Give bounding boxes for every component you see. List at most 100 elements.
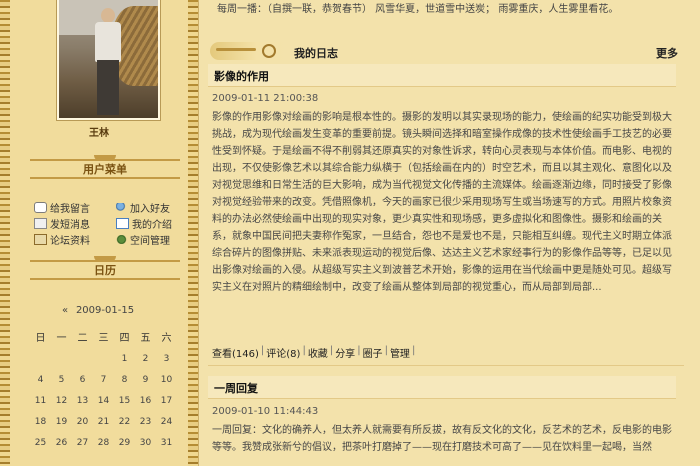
separator: |	[260, 345, 265, 356]
profile-icon	[116, 218, 129, 229]
menu-item-send-message[interactable]: 发短消息	[34, 216, 90, 231]
calendar-empty-cell	[72, 349, 93, 370]
divider	[30, 278, 180, 280]
user-name: 王林	[89, 128, 109, 139]
friend-icon	[116, 203, 127, 212]
user-avatar[interactable]	[57, 0, 160, 120]
calendar-day[interactable]: 10	[156, 370, 177, 391]
calendar-weekday: 五	[140, 333, 151, 344]
menu-item-leave-message[interactable]: 给我留言	[34, 200, 90, 215]
calendar-empty-cell	[93, 349, 114, 370]
calendar-day[interactable]: 14	[93, 391, 114, 412]
separator: |	[302, 345, 306, 356]
calendar-day[interactable]: 27	[72, 433, 93, 454]
post-header: 一周回复	[208, 376, 676, 399]
calendar-current-date: 2009-01-15	[75, 305, 135, 316]
calendar-weekday: 六	[161, 333, 172, 344]
post-body: 影像的作用影像对绘画的影响是根本性的。摄影的发明以其实录现场的能力，使绘画的纪实…	[212, 112, 672, 293]
calendar-month-nav: « 2009-01-15	[30, 305, 180, 316]
calendar-day[interactable]: 15	[114, 391, 135, 412]
calendar-day[interactable]: 2	[135, 349, 156, 370]
calendar-day[interactable]: 30	[135, 433, 156, 454]
divider	[30, 177, 180, 179]
menu-item-label: 发短消息	[50, 220, 90, 231]
calendar-day[interactable]: 22	[114, 412, 135, 433]
blog-section-title: 我的日志	[294, 47, 338, 60]
calendar-day[interactable]: 21	[93, 412, 114, 433]
calendar-weekday: 日	[35, 333, 46, 344]
photo-person-head	[101, 8, 115, 23]
separator: |	[411, 345, 416, 356]
blog-section-header: 我的日志 更多	[208, 38, 684, 64]
calendar-day[interactable]: 24	[156, 412, 177, 433]
menu-item-label: 空间管理	[130, 236, 170, 247]
calendar-day[interactable]: 29	[114, 433, 135, 454]
menu-item-label: 我的介绍	[132, 220, 172, 231]
main-content: 我的日志 更多 影像的作用 2009-01-11 21:00:38 影像的作用影…	[208, 38, 684, 466]
separator: |	[384, 345, 388, 356]
post-actions: 查看(146) | 评论(8) | 收藏 | 分享 | 圈子 | 管理 |	[212, 345, 415, 360]
photo-person	[93, 8, 123, 118]
calendar-day[interactable]: 31	[156, 433, 177, 454]
calendar-section-header: 日历	[30, 256, 180, 282]
calendar-day[interactable]: 13	[72, 391, 93, 412]
menu-item-label: 给我留言	[50, 204, 90, 215]
calendar-day[interactable]: 9	[135, 370, 156, 391]
calendar-empty-cell	[30, 349, 51, 370]
send-message-icon	[34, 218, 47, 229]
menu-item-my-intro[interactable]: 我的介绍	[116, 216, 172, 231]
circle-link[interactable]: 圈子	[363, 345, 383, 360]
favorite-link[interactable]: 收藏	[308, 345, 328, 360]
photo-person-body	[95, 22, 121, 62]
calendar-grid: 日一二三四五六 1 2 3 4 5 6 7 8 9 10 11 12 13 14 15 16 17 18 19 20 21…	[30, 328, 180, 454]
calendar-day[interactable]: 23	[135, 412, 156, 433]
view-link[interactable]: 查看(146)	[212, 345, 259, 360]
calendar-day[interactable]: 18	[30, 412, 51, 433]
menu-item-forum-profile[interactable]: 论坛资料	[34, 232, 90, 247]
post-date: 2009-01-10 11:44:43	[212, 406, 319, 417]
calendar-section-title: 日历	[94, 264, 116, 277]
divider	[208, 365, 684, 366]
post-body: 一周回复：文化的确养人，但太养人就需要有所反拔，故有反文化的文化，反艺术的艺术，…	[212, 425, 672, 453]
calendar-day[interactable]: 16	[135, 391, 156, 412]
more-link[interactable]: 更多	[656, 45, 678, 61]
weekly-couplet: 每周一播：（自撰一联，恭贺春节） 风雪华夏，世道雪中送炭； 雨雾重庆，人生雾里看…	[217, 4, 619, 15]
calendar-day[interactable]: 25	[30, 433, 51, 454]
calendar-day[interactable]: 11	[30, 391, 51, 412]
space-manage-icon	[116, 235, 127, 244]
calendar-day[interactable]: 3	[156, 349, 177, 370]
post-title-link[interactable]: 一周回复	[214, 380, 258, 396]
calendar-day[interactable]: 4	[30, 370, 51, 391]
calendar-day[interactable]: 17	[156, 391, 177, 412]
menu-section-title: 用户菜单	[83, 163, 127, 176]
comment-link[interactable]: 评论(8)	[266, 345, 300, 360]
sidebar: 王林 用户菜单 给我留言 加入好友 发短消息 我的介绍 论坛资料 空间管理 日历…	[0, 0, 199, 466]
separator: |	[329, 345, 334, 356]
calendar-weekday: 一	[56, 333, 67, 344]
photo-person-legs	[97, 60, 119, 115]
menu-item-add-friend[interactable]: 加入好友	[116, 200, 170, 215]
message-icon	[34, 202, 47, 213]
calendar-day[interactable]: 20	[72, 412, 93, 433]
calendar-day[interactable]: 28	[93, 433, 114, 454]
calendar-day[interactable]: 19	[51, 412, 72, 433]
calendar-day[interactable]: 12	[51, 391, 72, 412]
calendar-day[interactable]: 5	[51, 370, 72, 391]
calendar-empty-cell	[51, 349, 72, 370]
manage-link[interactable]: 管理	[390, 345, 410, 360]
calendar-day[interactable]: 26	[51, 433, 72, 454]
menu-item-space-manage[interactable]: 空间管理	[116, 232, 170, 247]
menu-section-header: 用户菜单	[30, 155, 180, 181]
forum-icon	[34, 234, 47, 245]
post-date: 2009-01-11 21:00:38	[212, 93, 319, 104]
calendar-prev-button[interactable]: «	[62, 305, 68, 316]
calendar-day[interactable]: 8	[114, 370, 135, 391]
calendar-weekday: 四	[119, 333, 130, 344]
share-link[interactable]: 分享	[335, 345, 355, 360]
calendar-day[interactable]: 6	[72, 370, 93, 391]
calendar-day[interactable]: 7	[93, 370, 114, 391]
menu-item-label: 加入好友	[130, 204, 170, 215]
calendar-day[interactable]: 1	[114, 349, 135, 370]
post-title-link[interactable]: 影像的作用	[214, 68, 269, 84]
separator: |	[357, 345, 361, 356]
